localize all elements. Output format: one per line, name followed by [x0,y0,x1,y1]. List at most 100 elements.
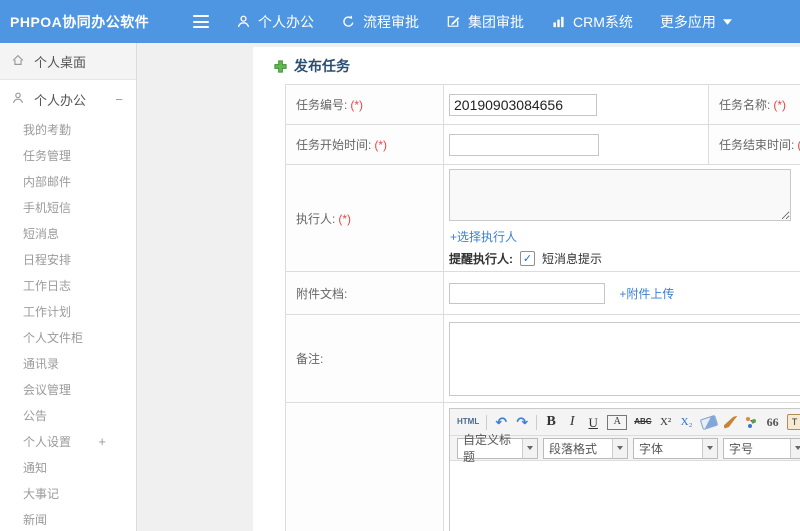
bold-button[interactable]: B [544,413,558,431]
remark-textarea[interactable] [449,321,800,396]
task-form-table: 任务编号:(*) 任务名称:(*) 任务开始时间:(*) [285,84,800,531]
sidebar: 个人桌面 个人办公 − 我的考勤任务管理 内部邮件手机短信短消息日程安排工作日志工… [0,43,137,531]
start-time-input[interactable] [449,133,599,156]
remove-format-button[interactable] [699,414,718,430]
superscript-button[interactable]: X² [659,413,673,431]
select-value: 字体 [639,441,664,456]
sidebar-item-7[interactable]: 工作日志 [23,273,136,299]
format-brush-button[interactable] [723,415,738,429]
topbar: PHPOA协同办公软件 个人办公 流程审批 集团审批 CRM系统 更多应用 [0,0,800,43]
nav-item-5[interactable]: 更多应用 [660,12,732,32]
sidebar-item-label: 会议管理 [23,383,72,397]
content-area: 发布任务 任务编号:(*) 任务名称:(*) [137,43,800,531]
remark-label: 备注: [285,314,444,403]
editor-select-4[interactable]: 字号 [723,437,800,459]
select-executor-link[interactable]: +选择执行人 [450,228,517,245]
editor-content-area[interactable] [450,461,800,531]
highlight-color-button[interactable] [745,416,759,429]
sidebar-item-label: 工作日志 [23,279,72,293]
home-icon [11,53,25,70]
task-number-input[interactable] [449,93,597,116]
sidebar-item-label: 通讯录 [23,357,60,371]
topbar-nav: 个人办公 流程审批 集团审批 CRM系统 更多应用 [236,0,732,43]
remind-executor-row: 提醒执行人: 短消息提示 [449,250,800,267]
start-time-label: 任务开始时间: (*) [285,124,444,165]
app-window: PHPOA协同办公软件 个人办公 流程审批 集团审批 CRM系统 更多应用 个人桌面 个… [0,0,800,531]
nav-item-4[interactable]: CRM系统 [551,12,633,32]
select-value: 段落格式 [549,441,598,456]
sidebar-item-label: 公告 [23,409,48,423]
menu-toggle-icon[interactable] [193,15,209,28]
sidebar-item-1[interactable]: 我的考勤 [23,117,136,143]
strikethrough-button[interactable]: ABC [634,413,651,431]
sidebar-item-4[interactable]: 手机短信 [23,195,136,221]
sidebar-item-13[interactable]: 个人设置 + [23,429,136,455]
nav-item-label: 流程审批 [363,13,419,30]
italic-button[interactable]: I [565,413,579,431]
app-logo: PHPOA协同办公软件 [10,13,150,30]
editor-toolbar-row2: 自定义标题 段落格式 字体 字号 [450,433,800,464]
nav-item-1[interactable]: 个人办公 [236,12,314,32]
nav-item-label: 个人办公 [258,13,314,30]
sidebar-item-11[interactable]: 会议管理 [23,377,136,403]
sidebar-item-8[interactable]: 工作计划 [23,299,136,325]
sms-remind-checkbox[interactable] [520,251,535,266]
remind-executor-label: 提醒执行人: [449,252,513,266]
rich-text-editor: HTML↶↷BIUAABCX²X₂66TA 自定义标题段落格式字体字号 [449,408,800,531]
sidebar-item-6[interactable]: 日程安排 [23,247,136,273]
blockquote-button[interactable]: 66 [766,413,780,431]
caret-down-icon [750,420,757,424]
sidebar-submenu: 我的考勤任务管理 内部邮件手机短信短消息日程安排工作日志工作计划个人文件柜通讯录会… [0,117,136,531]
sidebar-item-12[interactable]: 公告 [23,403,136,429]
expand-toggle[interactable]: + [98,429,106,455]
sms-remind-option-label: 短消息提示 [542,252,603,266]
caret-down-icon [722,18,732,25]
font-color-button[interactable]: A [607,414,628,430]
toolbar-separator [486,414,488,430]
sidebar-item-16[interactable]: 新闻 [23,507,136,531]
sidebar-item-label: 手机短信 [23,201,72,215]
sidebar-item-desktop[interactable]: 个人桌面 [0,43,136,80]
nav-item-label: 集团审批 [468,13,524,30]
redo-button[interactable]: ↷ [515,413,529,431]
paste-text-button[interactable]: T [786,414,800,430]
attachment-upload-link[interactable]: +附件上传 [619,287,674,301]
nav-item-3[interactable]: 集团审批 [446,12,524,32]
sidebar-item-14[interactable]: 通知 [23,455,136,481]
editor-select-3[interactable]: 字体 [633,437,718,459]
editor-select-1[interactable]: 自定义标题 [457,433,538,464]
sidebar-item-label: 个人文件柜 [23,331,84,345]
nav-item-2[interactable]: 流程审批 [341,12,419,32]
sidebar-item-3[interactable]: 内部邮件 [23,169,136,195]
nav-item-label: CRM系统 [573,13,633,30]
html-source-button[interactable]: HTML [457,413,479,431]
add-icon [273,59,288,74]
table-row: 附件文档: +附件上传 [285,271,800,315]
sidebar-item-label: 大事记 [23,487,60,501]
executor-textarea[interactable] [449,169,791,221]
collapse-toggle[interactable]: − [115,92,123,107]
underline-button[interactable]: U [586,413,600,431]
editor-select-2[interactable]: 段落格式 [543,437,628,459]
table-row: 执行人:(*) +选择执行人 提醒执行人: 短消息提示 [285,164,800,272]
subscript-button[interactable]: X₂ [680,413,694,431]
sidebar-item-label: 我的考勤 [23,123,72,137]
attachment-input[interactable] [449,282,605,304]
sidebar-item-15[interactable]: 大事记 [23,481,136,507]
undo-button[interactable]: ↶ [494,413,508,431]
edit-icon [446,14,461,29]
sidebar-item-5[interactable]: 短消息 [23,221,136,247]
sidebar-item-10[interactable]: 通讯录 [23,351,136,377]
sidebar-item-label: 日程安排 [23,253,72,267]
sidebar-item-label: 个人设置 [23,435,72,449]
sidebar-item-label: 短消息 [23,227,60,241]
sidebar-item-label: 工作计划 [23,305,72,319]
table-row: 任务开始时间:(*) 任务结束时间:(*) [285,124,800,165]
workflow-icon [341,14,356,29]
sidebar-item-label: 通知 [23,461,48,475]
sidebar-item-2[interactable]: 任务管理 [23,143,136,169]
sidebar-item-9[interactable]: 个人文件柜 [23,325,136,351]
sidebar-group-personal-office[interactable]: 个人办公 − [0,87,136,111]
page-title-text: 发布任务 [294,58,350,74]
table-row: 任务编号:(*) 任务名称:(*) [285,84,800,125]
